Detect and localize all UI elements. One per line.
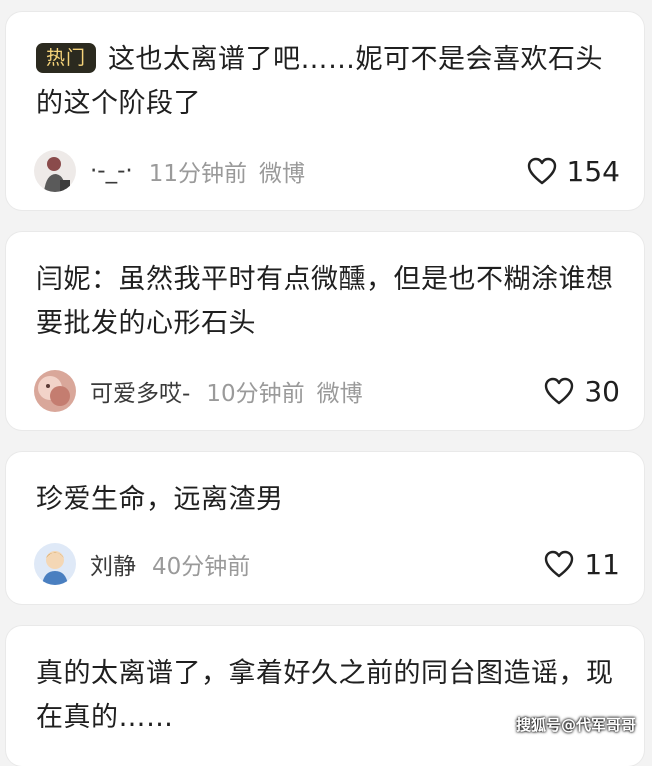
comment-card[interactable]: 热门 这也太离谱了吧……妮可不是会喜欢石头的这个阶段了 ·-_-· 11分钟前 微… xyxy=(6,12,644,210)
comment-time: 40分钟前 xyxy=(152,554,251,580)
heart-icon xyxy=(545,550,574,578)
heart-icon xyxy=(545,377,574,405)
like-button[interactable]: 11 xyxy=(544,548,620,581)
avatar[interactable] xyxy=(34,370,76,412)
comment-card[interactable]: 珍爱生命，远离渣男 刘静 40分钟前 11 xyxy=(6,452,644,604)
avatar[interactable] xyxy=(34,150,76,192)
comment-text: 珍爱生命，远离渣男 xyxy=(36,484,284,515)
comment-meta: ·-_-· 11分钟前 微博 154 xyxy=(34,149,620,193)
comment-text: 闫妮：虽然我平时有点微醺，但是也不糊涂谁想要批发的心形石头 xyxy=(36,264,614,339)
comment-card[interactable]: 闫妮：虽然我平时有点微醺，但是也不糊涂谁想要批发的心形石头 可爱多哎- 10分钟… xyxy=(6,232,644,430)
like-button[interactable]: 154 xyxy=(527,155,620,188)
heart-icon xyxy=(527,157,556,185)
username[interactable]: 刘静 xyxy=(90,547,136,581)
avatar[interactable] xyxy=(34,543,76,585)
comment-meta: 刘静 40分钟前 11 xyxy=(34,542,620,586)
comment-meta: 可爱多哎- 10分钟前 微博 30 xyxy=(34,369,620,413)
hot-badge: 热门 xyxy=(36,43,97,73)
comment-text: 这也太离谱了吧……妮可不是会喜欢石头的这个阶段了 xyxy=(36,44,604,119)
like-count: 30 xyxy=(584,374,620,408)
comment-source: 微博 xyxy=(259,161,306,187)
comment-content: 热门 这也太离谱了吧……妮可不是会喜欢石头的这个阶段了 xyxy=(36,38,624,126)
comment-source: 微博 xyxy=(316,381,363,407)
comment-time: 11分钟前 xyxy=(148,161,248,187)
comment-feed: 热门 这也太离谱了吧……妮可不是会喜欢石头的这个阶段了 ·-_-· 11分钟前 微… xyxy=(0,0,652,766)
watermark: 搜狐号@代军哥哥 xyxy=(515,716,636,734)
like-count: 154 xyxy=(566,154,620,188)
username[interactable]: ·-_-· xyxy=(90,158,133,184)
comment-card[interactable]: 真的太离谱了，拿着好久之前的同台图造谣，现在真的…… xyxy=(6,626,644,766)
like-count: 11 xyxy=(584,547,620,581)
username[interactable]: 可爱多哎- xyxy=(90,374,190,408)
comment-time: 10分钟前 xyxy=(206,381,305,407)
like-button[interactable]: 30 xyxy=(544,375,620,408)
